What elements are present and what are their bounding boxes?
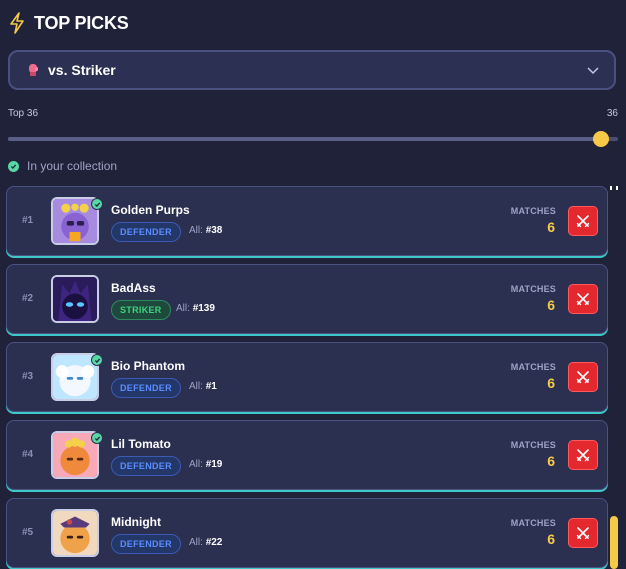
- role-badge: DEFENDER: [111, 378, 181, 398]
- character-name: Lil Tomato: [111, 437, 171, 451]
- collection-legend: In your collection: [8, 159, 117, 173]
- character-name: BadAss: [111, 281, 156, 295]
- range-value: 36: [606, 108, 618, 119]
- role-badge: STRIKER: [111, 300, 171, 320]
- pick-rank: #2: [22, 293, 34, 304]
- check-circle-icon: [91, 198, 103, 210]
- boxing-glove-icon: [29, 64, 38, 76]
- top-picks-list: #1 Golden Purps DEFENDER All: #38 MATCHE…: [6, 186, 608, 569]
- character-avatar: [51, 275, 99, 323]
- matches-label: MATCHES: [510, 518, 556, 528]
- range-labels: Top 36 36: [8, 108, 618, 119]
- matches-count: 6: [547, 219, 555, 235]
- crossed-swords-icon: [576, 527, 590, 540]
- matches-label: MATCHES: [510, 362, 556, 372]
- crossed-swords-icon: [576, 449, 590, 462]
- crossed-swords-icon: [576, 293, 590, 306]
- battle-button[interactable]: [568, 362, 598, 392]
- character-name: Midnight: [111, 515, 161, 529]
- opponent-select[interactable]: vs. Striker: [8, 50, 616, 90]
- matches-count: 6: [547, 375, 555, 391]
- pick-card-4[interactable]: #4 Lil Tomato DEFENDER All: #19 MATCHES …: [6, 420, 608, 490]
- matches-label: MATCHES: [510, 440, 556, 450]
- pick-rank: #4: [22, 449, 34, 460]
- check-circle-icon: [91, 354, 103, 366]
- check-circle-icon: [8, 160, 19, 172]
- chevron-down-icon: [587, 67, 599, 75]
- pick-rank: #5: [22, 527, 34, 538]
- role-badge: DEFENDER: [111, 534, 181, 554]
- role-badge: DEFENDER: [111, 222, 181, 242]
- scrollbar-cap: [610, 186, 618, 190]
- top-picks-header: TOP PICKS: [8, 12, 129, 34]
- slider-fill: [8, 137, 601, 141]
- lightning-bolt-icon: [10, 12, 24, 34]
- matches-label: MATCHES: [510, 206, 556, 216]
- battle-button[interactable]: [568, 284, 598, 314]
- matches-count: 6: [547, 453, 555, 469]
- pick-rank: #3: [22, 371, 34, 382]
- role-badge: DEFENDER: [111, 456, 181, 476]
- matches-count: 6: [547, 531, 555, 547]
- crossed-swords-icon: [576, 215, 590, 228]
- pick-card-3[interactable]: #3 Bio Phantom DEFENDER All: #1 MATCHES …: [6, 342, 608, 412]
- pick-card-5[interactable]: #5 Midnight DEFENDER All: #22 MATCHES 6: [6, 498, 608, 568]
- character-name: Bio Phantom: [111, 359, 185, 373]
- overall-rank: All: #19: [189, 459, 223, 470]
- pick-card-2[interactable]: #2 BadAss STRIKER All: #139 MATCHES 6: [6, 264, 608, 334]
- overall-rank: All: #22: [189, 537, 223, 548]
- check-circle-icon: [91, 432, 103, 444]
- battle-button[interactable]: [568, 206, 598, 236]
- page-title: TOP PICKS: [34, 12, 129, 33]
- matches-count: 6: [547, 297, 555, 313]
- overall-rank: All: #1: [189, 381, 217, 392]
- range-label: Top 36: [8, 108, 39, 119]
- crossed-swords-icon: [576, 371, 590, 384]
- battle-button[interactable]: [568, 440, 598, 470]
- battle-button[interactable]: [568, 518, 598, 548]
- overall-rank: All: #38: [189, 225, 223, 236]
- scrollbar-thumb[interactable]: [610, 516, 618, 569]
- matches-label: MATCHES: [510, 284, 556, 294]
- opponent-select-label: vs. Striker: [48, 62, 116, 78]
- character-name: Golden Purps: [111, 203, 190, 217]
- list-scrollbar[interactable]: [610, 186, 618, 569]
- top-count-slider[interactable]: [8, 130, 618, 148]
- character-avatar: [51, 509, 99, 557]
- legend-label: In your collection: [27, 159, 118, 173]
- pick-card-1[interactable]: #1 Golden Purps DEFENDER All: #38 MATCHE…: [6, 186, 608, 256]
- pick-rank: #1: [22, 215, 34, 226]
- slider-thumb[interactable]: [592, 131, 609, 147]
- overall-rank: All: #139: [176, 303, 215, 314]
